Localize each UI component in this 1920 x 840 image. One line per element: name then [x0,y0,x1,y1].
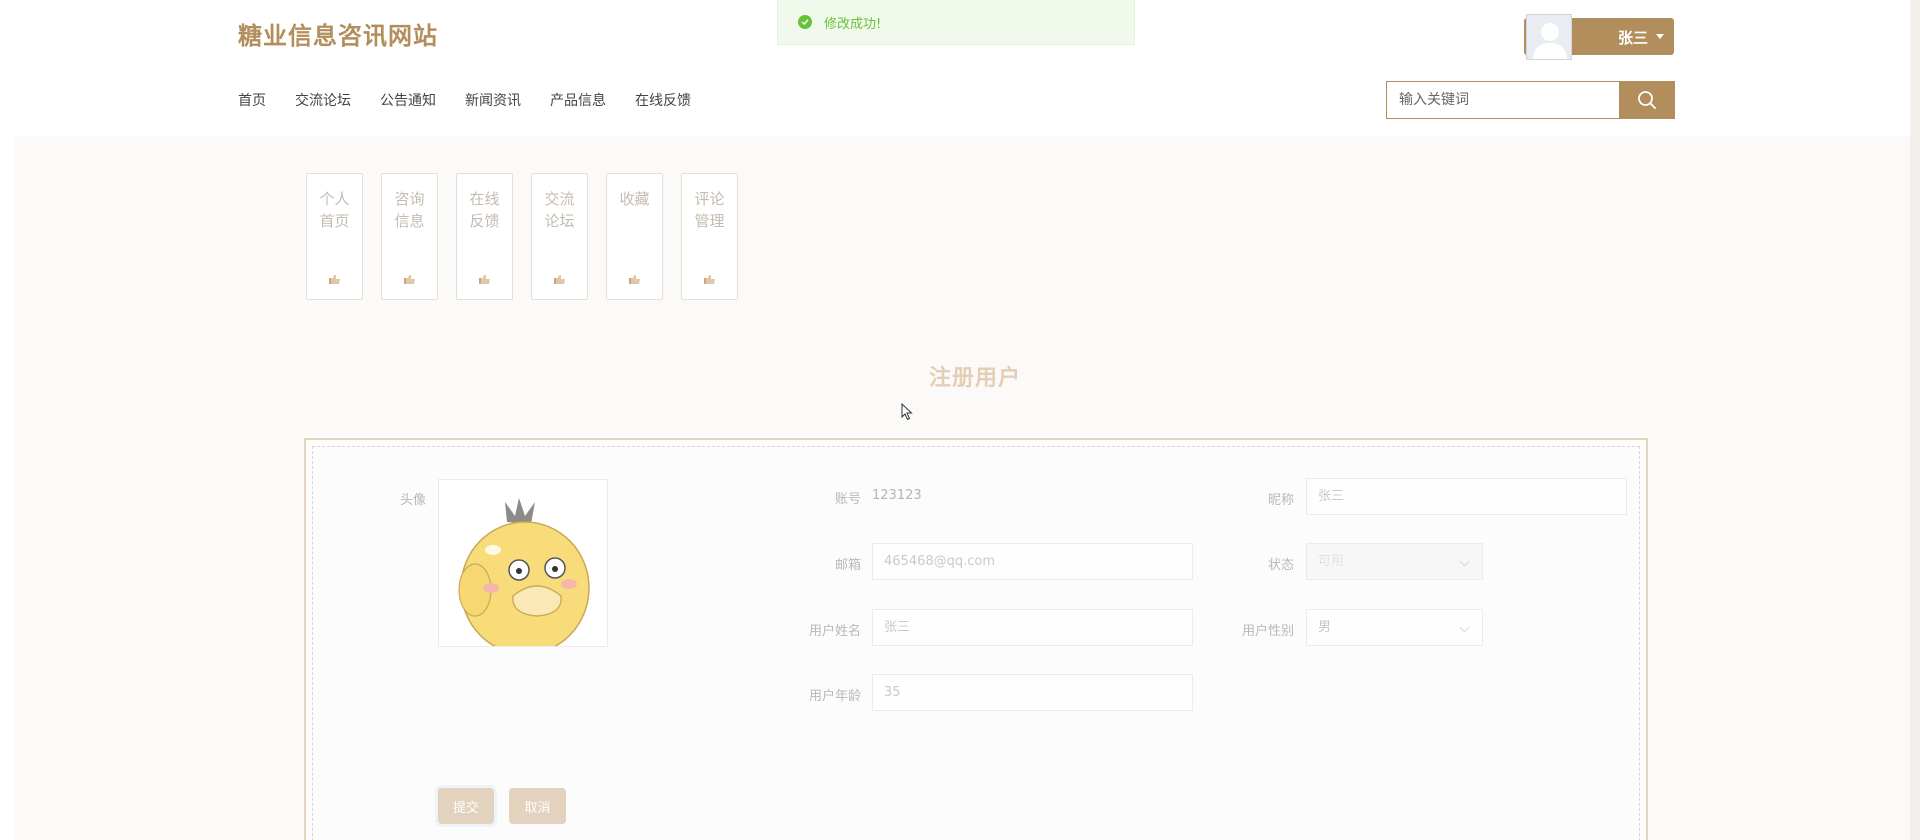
name-label: 用户姓名 [808,624,861,639]
avatar-label: 头像 [399,493,426,508]
menu-card-label: 评论管理 [694,190,725,230]
menu-card-feedback[interactable]: 在线反馈 [456,173,513,300]
search-bar [1386,81,1675,119]
menu-card-comments[interactable]: 评论管理 [681,173,738,300]
user-name: 张三 [1618,29,1649,47]
email-input[interactable]: 465468@qq.com [872,543,1193,580]
menu-card-label: 收藏 [619,190,650,208]
nav-item-notice[interactable]: 公告通知 [380,90,436,110]
nickname-input[interactable]: 张三 [1306,478,1627,515]
chevron-down-icon [1459,556,1470,567]
menu-card-label: 在线反馈 [469,190,500,230]
hand-icon [478,275,490,284]
main-nav: 首页 交流论坛 公告通知 新闻资讯 产品信息 在线反馈 [238,90,720,110]
site-title[interactable]: 糖业信息咨讯网站 [238,16,438,51]
avatar-upload[interactable] [438,479,608,647]
menu-card-label: 个人首页 [319,190,350,230]
nav-item-feedback[interactable]: 在线反馈 [635,90,691,110]
menu-card-profile[interactable]: 个人首页 [306,173,363,300]
page-title: 注册用户 [928,366,1021,391]
age-label: 用户年龄 [808,689,861,704]
user-menu-button[interactable]: 张三 [1524,14,1674,60]
success-toast: 修改成功! [777,0,1135,45]
user-avatar [1526,14,1572,60]
menu-card-favorites[interactable]: 收藏 [606,173,663,300]
menu-card-label: 交流论坛 [544,190,575,230]
account-label: 账号 [834,492,861,507]
hand-icon [328,275,340,284]
nav-item-home[interactable]: 首页 [238,90,266,110]
menu-card-consult[interactable]: 咨询信息 [381,173,438,300]
search-icon [1638,91,1656,109]
age-input[interactable]: 35 [872,674,1193,711]
nav-item-forum[interactable]: 交流论坛 [295,90,351,110]
gender-select-value: 男 [1318,620,1332,635]
user-silhouette-icon [1527,15,1571,59]
gender-select[interactable]: 男 [1306,609,1483,646]
mouse-cursor-icon [901,403,913,421]
menu-card-label: 咨询信息 [394,190,425,230]
nav-item-products[interactable]: 产品信息 [550,90,606,110]
search-input[interactable] [1386,81,1619,119]
hand-icon [628,275,640,284]
submit-button[interactable]: 提交 [438,788,494,824]
chevron-down-icon [1459,622,1470,633]
user-center-menu: 个人首页 咨询信息 在线反馈 交流论坛 收藏 评论管理 [306,173,756,300]
nav-item-news[interactable]: 新闻资讯 [465,90,521,110]
hand-icon [403,275,415,284]
status-select[interactable]: 可用 [1306,543,1483,580]
email-label: 邮箱 [834,558,861,573]
check-circle-icon [798,15,812,29]
menu-card-forum[interactable]: 交流论坛 [531,173,588,300]
duck-avatar-image [439,480,607,646]
name-input[interactable]: 张三 [872,609,1193,646]
search-button[interactable] [1619,81,1675,119]
scrollbar-track[interactable] [1910,0,1920,840]
gender-label: 用户性别 [1241,624,1294,639]
status-select-value: 可用 [1318,554,1345,569]
toast-message: 修改成功! [824,16,882,32]
cancel-button[interactable]: 取消 [509,788,566,824]
nickname-label: 昵称 [1267,493,1294,508]
status-label: 状态 [1267,558,1294,573]
account-value: 123123 [872,488,922,503]
caret-down-icon [1656,34,1664,39]
hand-icon [703,275,715,284]
hand-icon [553,275,565,284]
